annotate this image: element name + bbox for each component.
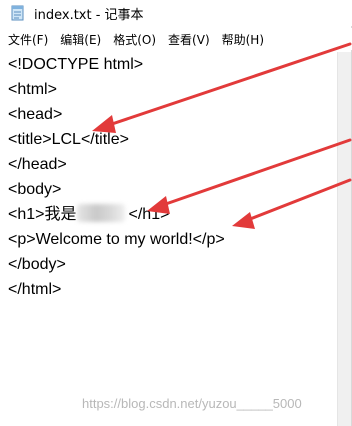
window-title: index.txt - 记事本: [34, 7, 144, 23]
h1-open-text: <h1>我是: [8, 206, 77, 223]
menu-bar: 文件(F) 编辑(E) 格式(O) 查看(V) 帮助(H): [0, 28, 352, 50]
notepad-window: index.txt - 记事本 文件(F) 编辑(E) 格式(O) 查看(V) …: [0, 0, 352, 426]
menu-file[interactable]: 文件(F): [8, 31, 48, 48]
text-line-8: <p>Welcome to my world!</p>: [8, 231, 225, 248]
text-editor-area[interactable]: <!DOCTYPE html> <html> <head> <title>LCL…: [0, 52, 338, 426]
text-line-4: <title>LCL</title>: [8, 131, 129, 148]
menu-format[interactable]: 格式(O): [113, 31, 156, 48]
vertical-scrollbar[interactable]: [337, 52, 351, 426]
title-bar[interactable]: index.txt - 记事本: [0, 0, 352, 26]
text-line-9: </body>: [8, 256, 66, 273]
menu-view[interactable]: 查看(V): [168, 31, 210, 48]
text-line-5: </head>: [8, 156, 67, 173]
text-line-7: <h1>我是 </h1>: [8, 202, 338, 227]
notepad-icon: [10, 5, 26, 21]
blurred-redaction: [76, 204, 125, 222]
text-line-1: <!DOCTYPE html>: [8, 56, 144, 73]
watermark-text: https://blog.csdn.net/yuzou_____5000: [82, 396, 302, 411]
text-line-10: </html>: [8, 281, 62, 298]
text-line-2: <html>: [8, 81, 57, 98]
menu-help[interactable]: 帮助(H): [222, 31, 264, 48]
text-line-3: <head>: [8, 106, 63, 123]
h1-close-text: </h1>: [128, 206, 170, 223]
text-line-6: <body>: [8, 181, 62, 198]
menu-edit[interactable]: 编辑(E): [60, 31, 101, 48]
